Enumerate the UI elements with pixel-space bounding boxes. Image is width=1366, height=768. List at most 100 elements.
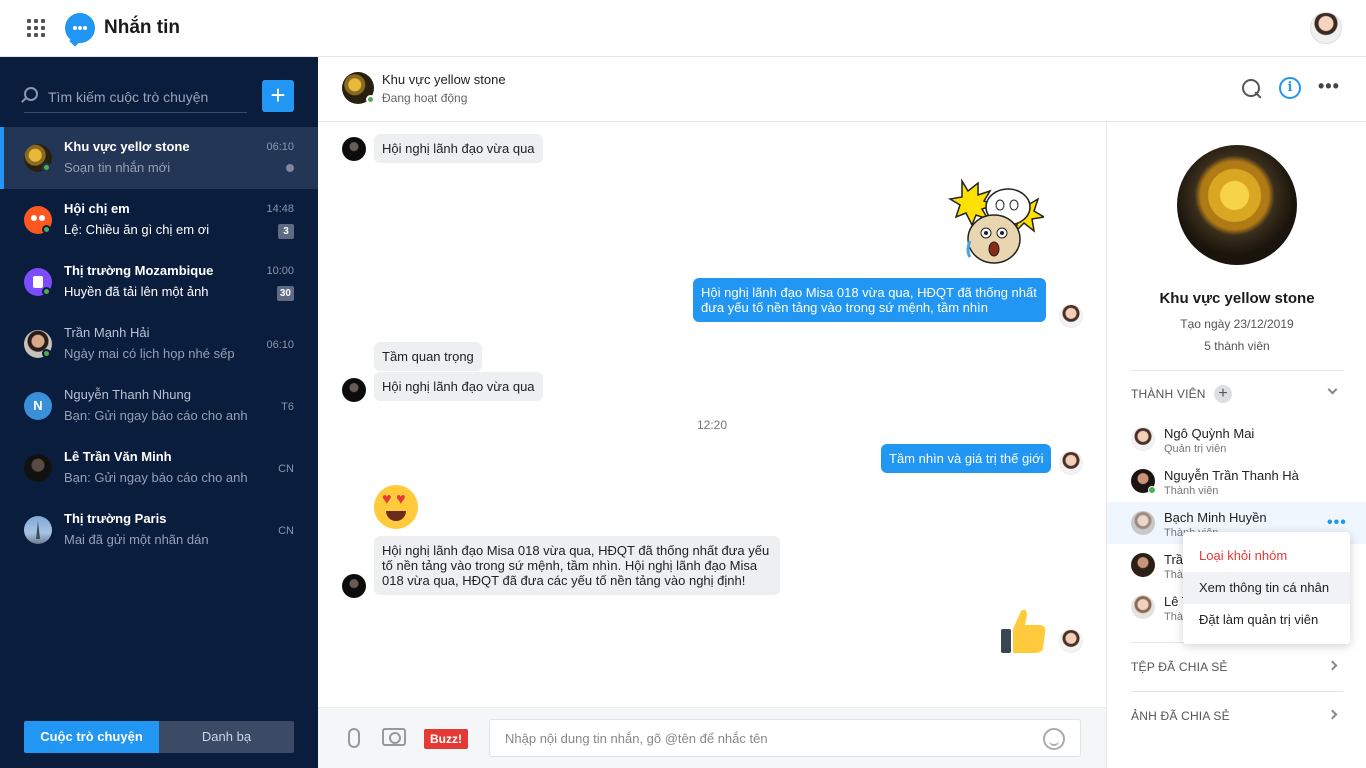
conversation-time: CN	[278, 463, 294, 475]
sidebar-tabs: Cuộc trò chuyện Danh bạ	[24, 721, 294, 753]
conversation-preview: Lệ: Chiều ăn gì chị em ơi	[64, 222, 210, 237]
conversation-item[interactable]: Thị trường Mozambique Huyền đã tải lên m…	[0, 251, 318, 313]
member-avatar	[1131, 553, 1155, 577]
paperclip-icon[interactable]	[348, 728, 360, 748]
divider	[1131, 370, 1343, 371]
chat-status: Đang hoạt động	[382, 91, 468, 105]
more-options-icon[interactable]: •••	[1318, 77, 1342, 101]
my-avatar	[1059, 629, 1083, 653]
conversation-time: T6	[281, 401, 294, 413]
message-bubble-incoming: Hội nghị lãnh đạo vừa qua	[374, 134, 543, 163]
conversation-time: 06:10	[266, 141, 294, 153]
conversation-search-input[interactable]	[48, 85, 243, 109]
online-indicator	[42, 225, 51, 234]
member-name: Trầ	[1164, 552, 1184, 567]
sender-avatar	[342, 378, 366, 402]
conversation-time: 10:00	[266, 265, 294, 277]
conversation-name: Thị trường Paris	[64, 511, 167, 526]
conversation-item[interactable]: Lê Trần Văn Minh Bạn: Gửi ngay báo cáo c…	[0, 437, 318, 499]
member-item[interactable]: Ngô Quỳnh Mai Quản trị viên	[1107, 418, 1366, 460]
message-composer: Buzz!	[318, 707, 1106, 768]
sender-avatar	[342, 574, 366, 598]
conversation-preview: Ngày mai có lịch họp nhé sếp	[64, 346, 235, 361]
online-indicator	[1148, 486, 1156, 494]
conversation-preview: Soạn tin nhắn mới	[64, 160, 171, 175]
member-avatar	[1131, 595, 1155, 619]
online-indicator	[366, 95, 375, 104]
conversation-name: Khu vực yellơ stone	[64, 139, 190, 154]
conversation-item[interactable]: N Nguyễn Thanh Nhung Bạn: Gửi ngay báo c…	[0, 375, 318, 437]
group-created-date: Tạo ngày 23/12/2019	[1180, 317, 1294, 331]
message-bubble-incoming: Hội nghị lãnh đạo vừa qua	[374, 372, 543, 401]
sticker-image	[948, 178, 1044, 264]
conversation-preview: Mai đã gửi một nhãn dán	[64, 532, 209, 547]
thumbs-up-icon	[1001, 609, 1046, 653]
member-item[interactable]: Nguyễn Trần Thanh Hà Thành viên	[1107, 460, 1366, 502]
member-role: Quản trị viên	[1164, 443, 1227, 455]
conversation-preview: Bạn: Gửi ngay báo cáo cho anh	[64, 408, 248, 423]
tab-contacts[interactable]: Danh bạ	[159, 721, 294, 753]
online-indicator	[42, 163, 51, 172]
unread-badge: 3	[278, 224, 294, 239]
apps-grid-icon[interactable]	[27, 19, 45, 37]
message-bubble-outgoing: Hội nghị lãnh đạo Misa 018 vừa qua, HĐQT…	[693, 278, 1046, 322]
heart-eyes-emoji-icon	[374, 485, 418, 529]
buzz-button[interactable]: Buzz!	[424, 729, 468, 749]
message-bubble-incoming: Tầm quan trọng	[374, 342, 482, 371]
my-avatar	[1059, 304, 1083, 328]
message-list: Hội nghị lãnh đạo vừa qua Hội nghị lãnh …	[318, 122, 1106, 707]
app-title: Nhắn tin	[104, 17, 180, 38]
time-separator: 12:20	[696, 418, 728, 432]
chevron-down-icon[interactable]	[1327, 384, 1338, 395]
member-more-options-icon[interactable]: •••	[1327, 514, 1347, 532]
chevron-right-icon[interactable]	[1327, 660, 1338, 671]
conversation-time: 06:10	[266, 339, 294, 351]
top-bar: Nhắn tin	[0, 0, 1366, 57]
member-avatar	[1131, 427, 1155, 451]
search-icon	[24, 87, 38, 101]
member-context-menu: Loại khỏi nhóm Xem thông tin cá nhân Đặt…	[1183, 532, 1350, 644]
shared-photos-section[interactable]: ẢNH ĐÃ CHIA SẺ	[1131, 709, 1230, 723]
camera-icon[interactable]	[382, 728, 406, 746]
member-avatar	[1131, 511, 1155, 535]
smile-icon[interactable]	[1043, 728, 1065, 750]
add-member-button[interactable]: +	[1214, 385, 1232, 403]
user-avatar[interactable]	[1310, 12, 1342, 44]
online-indicator	[42, 287, 51, 296]
sender-avatar	[342, 137, 366, 161]
member-role: Thành viên	[1164, 485, 1219, 497]
unread-dot	[286, 164, 294, 172]
conversation-search	[24, 81, 247, 113]
new-conversation-button[interactable]: +	[262, 80, 294, 112]
conversation-name: Lê Trần Văn Minh	[64, 449, 172, 464]
conversation-name: Thị trường Mozambique	[64, 263, 214, 278]
message-bubble-incoming: Hội nghị lãnh đạo Misa 018 vừa qua, HĐQT…	[374, 536, 780, 595]
member-name: Ngô Quỳnh Mai	[1164, 426, 1255, 441]
view-profile-item[interactable]: Xem thông tin cá nhân	[1183, 572, 1350, 604]
remove-from-group-item[interactable]: Loại khỏi nhóm	[1183, 540, 1350, 572]
conversation-item[interactable]: Hội chị em Lệ: Chiều ăn gì chị em ơi 14:…	[0, 189, 318, 251]
avatar: N	[24, 392, 52, 420]
message-input[interactable]	[489, 719, 1081, 757]
conversation-preview: Huyền đã tải lên một ảnh	[64, 284, 209, 299]
group-name: Khu vực yellow stone	[1159, 290, 1315, 307]
make-admin-item[interactable]: Đặt làm quản trị viên	[1183, 604, 1350, 636]
tab-conversations[interactable]: Cuộc trò chuyện	[24, 721, 159, 753]
conversation-list: Khu vực yellơ stone Soạn tin nhắn mới 06…	[0, 127, 318, 561]
conversation-preview: Bạn: Gửi ngay báo cáo cho anh	[64, 470, 248, 485]
conversation-item[interactable]: Thị trường Paris Mai đã gửi một nhãn dán…	[0, 499, 318, 561]
message-bubble-outgoing: Tầm nhìn và giá trị thế giới	[881, 444, 1052, 473]
conversation-item[interactable]: Trần Mạnh Hải Ngày mai có lịch họp nhé s…	[0, 313, 318, 375]
shared-files-section[interactable]: TỆP ĐÃ CHIA SẺ	[1131, 660, 1228, 674]
my-avatar	[1059, 451, 1083, 475]
conversation-item[interactable]: Khu vực yellơ stone Soạn tin nhắn mới 06…	[0, 127, 318, 189]
info-icon[interactable]: i	[1279, 77, 1301, 99]
conversation-time: CN	[278, 525, 294, 537]
chevron-right-icon[interactable]	[1327, 709, 1338, 720]
chat-title: Khu vực yellow stone	[382, 72, 506, 87]
members-section-title: THÀNH VIÊN	[1131, 387, 1206, 401]
search-icon[interactable]	[1240, 77, 1264, 101]
member-role: Thà	[1164, 611, 1183, 623]
unread-badge: 30	[276, 286, 294, 301]
avatar	[24, 454, 52, 482]
